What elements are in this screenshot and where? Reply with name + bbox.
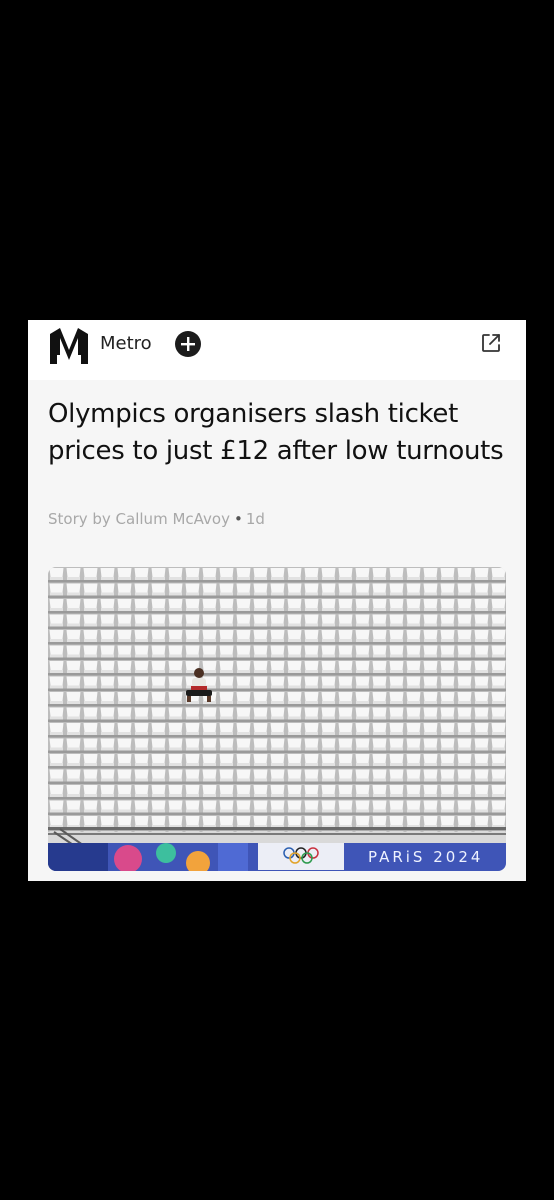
follow-button[interactable]: [175, 331, 201, 357]
article-byline: Story by Callum McAvoy • 1d: [48, 509, 265, 529]
external-link-icon[interactable]: [480, 332, 502, 354]
separator-dot: •: [233, 510, 243, 528]
olympic-rings-icon: [258, 843, 344, 870]
article-image[interactable]: PARiS 2024: [48, 567, 506, 871]
metro-logo-icon[interactable]: [48, 326, 90, 366]
article-title[interactable]: Olympics organisers slash ticket prices …: [48, 396, 508, 470]
banner-text: PARiS 2024: [368, 848, 484, 866]
stadium-photo: [48, 567, 506, 871]
article-body: Olympics organisers slash ticket prices …: [28, 380, 526, 881]
source-header: Metro: [28, 320, 526, 380]
plus-icon: [181, 337, 195, 351]
byline-author: Story by Callum McAvoy: [48, 510, 230, 528]
byline-age: 1d: [245, 510, 265, 528]
article-card: Metro Olympics organisers slash ticket p…: [28, 320, 526, 881]
source-name[interactable]: Metro: [100, 333, 152, 355]
